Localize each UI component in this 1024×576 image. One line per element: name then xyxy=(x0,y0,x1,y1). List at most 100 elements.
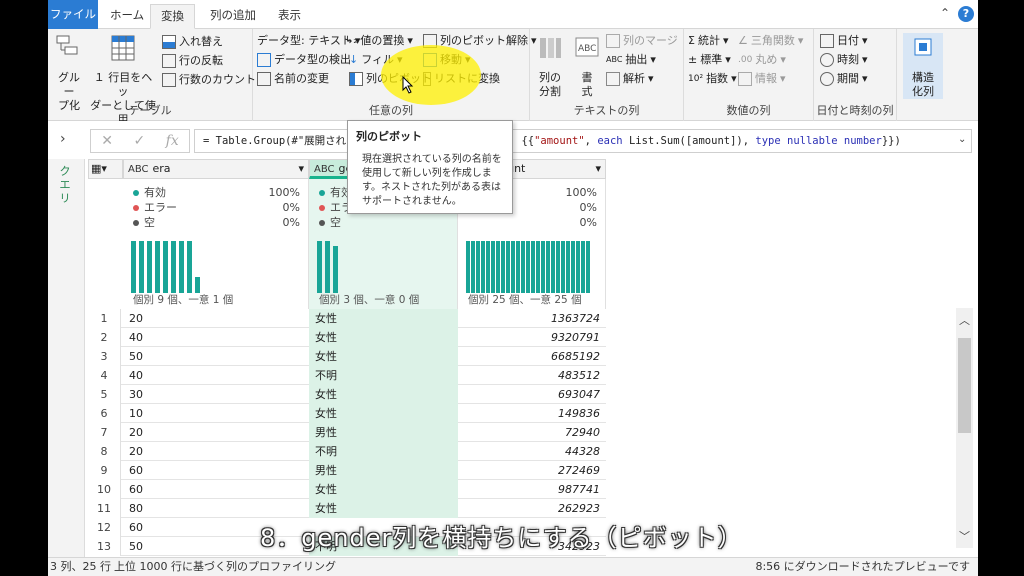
distribution-bar[interactable] xyxy=(179,241,184,293)
expand-queries-icon[interactable]: › xyxy=(60,131,66,147)
distribution-bar[interactable] xyxy=(576,241,580,293)
row-number[interactable]: 6 xyxy=(88,404,121,423)
cell-era[interactable]: 20 xyxy=(123,442,309,461)
filter-dropdown-icon[interactable]: ▾ xyxy=(298,160,304,178)
table-row[interactable]: 10 60 女性 987741 xyxy=(88,480,606,499)
count-rows-button[interactable]: 行数のカウント xyxy=(162,71,256,89)
table-row[interactable]: 5 30 女性 693047 xyxy=(88,385,606,404)
distribution-bar[interactable] xyxy=(131,241,136,293)
table-row[interactable]: 3 50 女性 6685192 xyxy=(88,347,606,366)
distribution-bar[interactable] xyxy=(506,241,510,293)
cell-gender[interactable]: 男性 xyxy=(309,423,458,442)
row-number[interactable]: 8 xyxy=(88,442,121,461)
cell-gender[interactable]: 女性 xyxy=(309,347,458,366)
cell-amount[interactable]: 9320791 xyxy=(458,328,606,347)
distribution-bar[interactable] xyxy=(511,241,515,293)
duration-button[interactable]: 期間 ▾ xyxy=(820,70,868,88)
tab-file[interactable]: ファイル xyxy=(48,0,98,29)
cell-gender[interactable]: 不明 xyxy=(309,442,458,461)
cell-gender[interactable]: 女性 xyxy=(309,309,458,328)
time-button[interactable]: 時刻 ▾ xyxy=(820,51,868,69)
structured-column-button[interactable]: 構造 化列 xyxy=(903,33,943,99)
distribution-bar[interactable] xyxy=(541,241,545,293)
row-number[interactable]: 1 xyxy=(88,309,121,328)
expand-formula-icon[interactable]: ⌄ xyxy=(958,134,966,145)
rename-button[interactable]: 名前の変更 xyxy=(257,70,329,88)
standard-button[interactable]: ± 標準 ▾ xyxy=(688,51,731,69)
cell-amount[interactable]: 72940 xyxy=(458,423,606,442)
column-header-era[interactable]: ABC era ▾ xyxy=(123,159,309,179)
queries-pane[interactable]: クエリ xyxy=(48,159,85,560)
cell-gender[interactable]: 女性 xyxy=(309,480,458,499)
distribution-bar[interactable] xyxy=(556,241,560,293)
distribution-bar[interactable] xyxy=(536,241,540,293)
table-row[interactable]: 11 80 女性 262923 xyxy=(88,499,606,518)
cell-era[interactable]: 10 xyxy=(123,404,309,423)
cell-amount[interactable]: 149836 xyxy=(458,404,606,423)
row-number[interactable]: 12 xyxy=(88,518,121,537)
formula-input[interactable]: = Table.Group(#"展開され "}, {{"amount", each… xyxy=(194,129,972,153)
table-row[interactable]: 4 40 不明 483512 xyxy=(88,366,606,385)
cell-era[interactable]: 60 xyxy=(123,461,309,480)
distribution-bar[interactable] xyxy=(566,241,570,293)
distribution-bar[interactable] xyxy=(546,241,550,293)
tab-view[interactable]: 表示 xyxy=(268,4,311,29)
cell-era[interactable]: 50 xyxy=(123,347,309,366)
distribution-bar[interactable] xyxy=(531,241,535,293)
scrollbar-thumb[interactable] xyxy=(958,338,971,433)
cell-amount[interactable]: 272469 xyxy=(458,461,606,480)
row-number[interactable]: 9 xyxy=(88,461,121,480)
cancel-icon[interactable]: ✕ xyxy=(101,133,113,149)
cell-amount[interactable]: 483512 xyxy=(458,366,606,385)
row-number[interactable]: 3 xyxy=(88,347,121,366)
cell-amount[interactable]: 262923 xyxy=(458,499,606,518)
distribution-bar[interactable] xyxy=(476,241,480,293)
scroll-down-icon[interactable]: ﹀ xyxy=(959,528,970,544)
distribution-bar[interactable] xyxy=(333,246,338,293)
cell-gender[interactable]: 女性 xyxy=(309,328,458,347)
split-column-button[interactable]: 列の 分割 xyxy=(534,33,566,99)
cell-amount[interactable]: 1363724 xyxy=(458,309,606,328)
trigonometry-button[interactable]: ∠ 三角関数 ▾ xyxy=(738,32,803,50)
cell-amount[interactable]: 44328 xyxy=(458,442,606,461)
cell-amount[interactable]: 6685192 xyxy=(458,347,606,366)
distribution-bar[interactable] xyxy=(581,241,585,293)
distribution-bar[interactable] xyxy=(171,241,176,293)
distribution-bar[interactable] xyxy=(187,241,192,293)
cell-era[interactable]: 40 xyxy=(123,328,309,347)
table-menu-button[interactable]: ▦▾ xyxy=(88,159,123,179)
filter-dropdown-icon[interactable]: ▾ xyxy=(595,160,601,178)
cell-era[interactable]: 80 xyxy=(123,499,309,518)
distribution-bar[interactable] xyxy=(501,241,505,293)
cell-era[interactable]: 30 xyxy=(123,385,309,404)
cell-gender[interactable]: 男性 xyxy=(309,461,458,480)
transpose-button[interactable]: 入れ替え xyxy=(162,33,223,51)
statistics-button[interactable]: Σ 統計 ▾ xyxy=(688,32,728,50)
replace-values-button[interactable]: ↳₂ 値の置換 ▾ xyxy=(345,32,413,50)
cell-gender[interactable]: 女性 xyxy=(309,404,458,423)
confirm-icon[interactable]: ✓ xyxy=(133,133,145,149)
distribution-bar[interactable] xyxy=(155,241,160,293)
scientific-button[interactable]: 10² 指数 ▾ xyxy=(688,70,737,88)
group-by-button[interactable]: グルー プ化 xyxy=(54,33,84,113)
scroll-up-icon[interactable]: ︿ xyxy=(959,312,970,328)
table-row[interactable]: 6 10 女性 149836 xyxy=(88,404,606,423)
reverse-rows-button[interactable]: 行の反転 xyxy=(162,52,223,70)
distribution-bar[interactable] xyxy=(325,241,330,293)
collapse-ribbon-icon[interactable]: ⌃ xyxy=(940,6,950,20)
row-number[interactable]: 13 xyxy=(88,537,121,556)
extract-button[interactable]: ABC 抽出 ▾ xyxy=(606,51,656,69)
cell-amount[interactable]: 693047 xyxy=(458,385,606,404)
table-row[interactable]: 7 20 男性 72940 xyxy=(88,423,606,442)
distribution-bar[interactable] xyxy=(521,241,525,293)
distribution-bar[interactable] xyxy=(195,277,200,293)
distribution-bar[interactable] xyxy=(496,241,500,293)
distribution-bar[interactable] xyxy=(571,241,575,293)
distribution-bar[interactable] xyxy=(586,241,590,293)
table-row[interactable]: 1 20 女性 1363724 xyxy=(88,309,606,328)
row-number[interactable]: 7 xyxy=(88,423,121,442)
table-row[interactable]: 2 40 女性 9320791 xyxy=(88,328,606,347)
row-number[interactable]: 11 xyxy=(88,499,121,518)
distribution-bar[interactable] xyxy=(526,241,530,293)
format-button[interactable]: ABC 書 式 xyxy=(572,33,602,99)
